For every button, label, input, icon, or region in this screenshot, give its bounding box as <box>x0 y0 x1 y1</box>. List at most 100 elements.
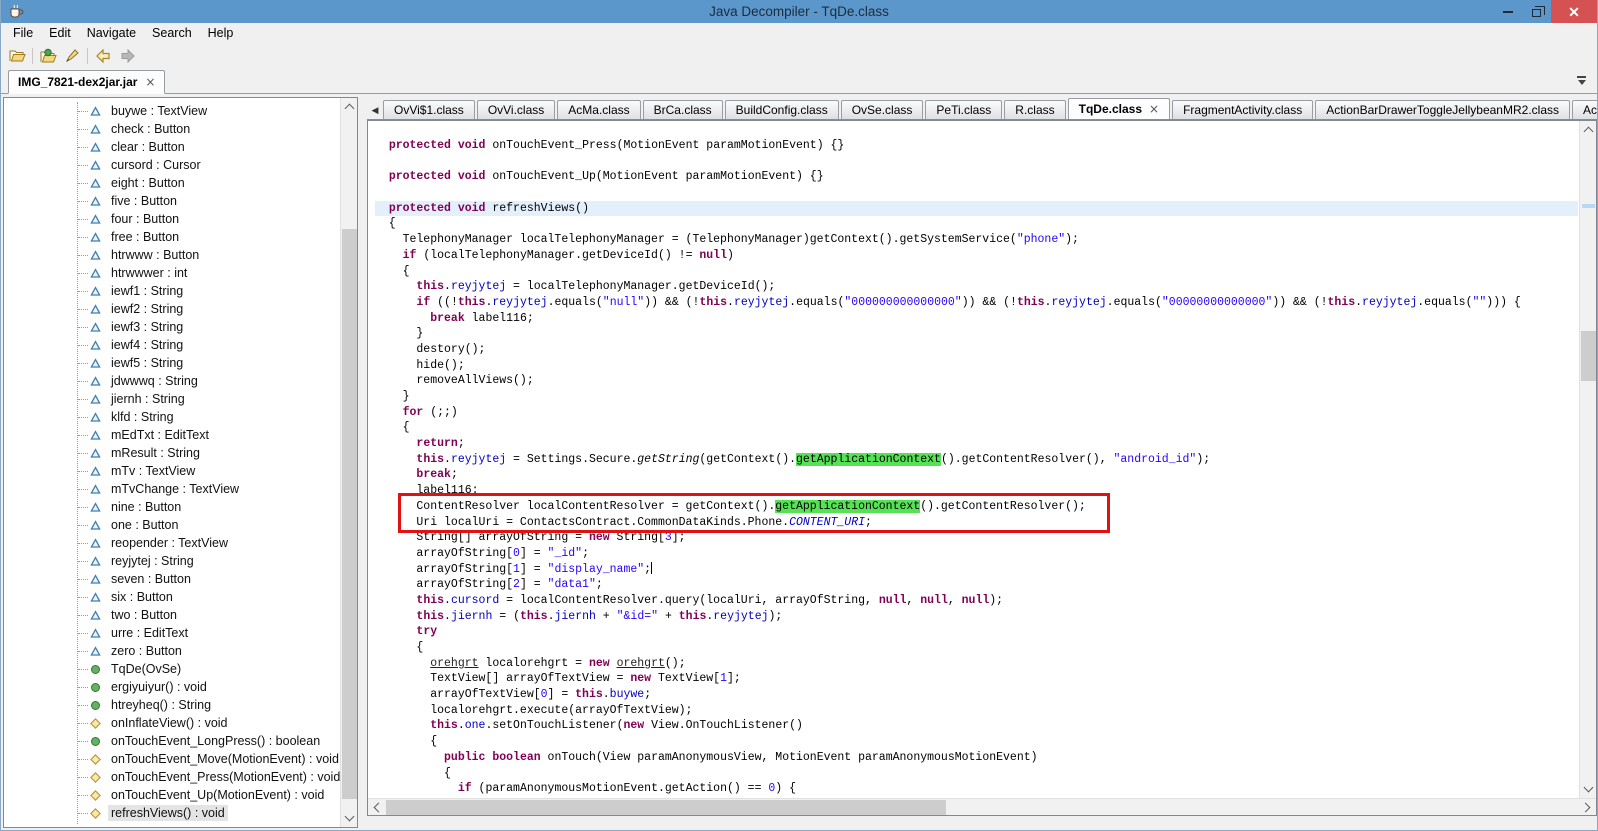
tree-item[interactable]: iewf1 : String <box>4 282 339 300</box>
tree-item[interactable]: seven : Button <box>4 570 339 588</box>
tree-item[interactable]: check : Button <box>4 120 339 138</box>
toolbar <box>1 43 1597 68</box>
tree-item[interactable]: onTouchEvent_LongPress() : boolean <box>4 732 339 750</box>
tree-item[interactable]: cursord : Cursor <box>4 156 339 174</box>
open-jar-button[interactable] <box>5 45 29 67</box>
menu-bar: FileEditNavigateSearchHelp <box>1 23 1597 43</box>
scroll-right-button[interactable] <box>1579 799 1596 816</box>
tree-item-label: onTouchEvent_LongPress() : boolean <box>108 733 323 749</box>
scroll-up-button[interactable] <box>341 98 358 115</box>
tab-ovvi-class[interactable]: OvVi.class <box>477 100 555 120</box>
tab-buildconfig-class[interactable]: BuildConfig.class <box>725 100 839 120</box>
tree-item[interactable]: urre : EditText <box>4 624 339 642</box>
tree-item[interactable]: iewf3 : String <box>4 318 339 336</box>
tree-item[interactable]: six : Button <box>4 588 339 606</box>
tree-item[interactable]: free : Button <box>4 228 339 246</box>
scroll-down-button[interactable] <box>341 810 358 827</box>
tab-tqde-class[interactable]: TqDe.class× <box>1068 98 1170 120</box>
tree-item[interactable]: TqDe(OvSe) <box>4 660 339 678</box>
tab-ovvi-1-class[interactable]: OvVi$1.class <box>383 100 475 120</box>
tab-scroll-left-button[interactable]: ◀ <box>367 101 383 119</box>
open-type-button[interactable] <box>36 45 60 67</box>
tree-item[interactable]: htreyheq() : String <box>4 696 339 714</box>
scroll-left-button[interactable] <box>368 799 385 816</box>
field-icon <box>90 538 101 549</box>
tree-item[interactable]: ergiyuiyur() : void <box>4 678 339 696</box>
tree-item[interactable]: zero : Button <box>4 642 339 660</box>
tree-item[interactable]: onTouchEvent_Press(MotionEvent) : void <box>4 768 339 786</box>
tree-item[interactable]: eight : Button <box>4 174 339 192</box>
scrollbar-thumb[interactable] <box>1581 331 1596 381</box>
menu-item-navigate[interactable]: Navigate <box>79 24 144 42</box>
tab-acma-class[interactable]: AcMa.class <box>557 100 640 120</box>
tree-item[interactable]: onInflateView() : void <box>4 714 339 732</box>
tree-item-label: ergiyuiyur() : void <box>108 679 210 695</box>
title-bar[interactable]: Java Decompiler - TqDe.class ✕ <box>1 0 1597 23</box>
menu-item-edit[interactable]: Edit <box>41 24 79 42</box>
tree-item[interactable]: mTvChange : TextView <box>4 480 339 498</box>
tree-item-label: two : Button <box>108 607 180 623</box>
tree-scrollbar[interactable] <box>340 98 357 827</box>
tab-actionbard[interactable]: ActionBarD <box>1572 100 1597 120</box>
tree-item[interactable]: four : Button <box>4 210 339 228</box>
tab-ovse-class[interactable]: OvSe.class <box>841 100 924 120</box>
tree-item[interactable]: mTv : TextView <box>4 462 339 480</box>
field-icon <box>90 196 101 207</box>
tab-close-icon[interactable]: × <box>1149 102 1159 116</box>
tree-item[interactable]: iewf2 : String <box>4 300 339 318</box>
tree-item[interactable]: two : Button <box>4 606 339 624</box>
tree-item[interactable]: klfd : String <box>4 408 339 426</box>
tab-actionbardrawertogglejellybeanmr2-class[interactable]: ActionBarDrawerToggleJellybeanMR2.class <box>1315 100 1570 120</box>
code-vertical-scrollbar[interactable] <box>1579 121 1596 798</box>
menu-item-search[interactable]: Search <box>144 24 200 42</box>
code-line: removeAllViews(); <box>375 373 1578 389</box>
tab-r-class[interactable]: R.class <box>1004 100 1065 120</box>
scroll-down-button[interactable] <box>1580 781 1597 798</box>
scroll-up-button[interactable] <box>1580 121 1597 138</box>
tree-item[interactable]: mEdTxt : EditText <box>4 426 339 444</box>
menu-item-file[interactable]: File <box>5 24 41 42</box>
search-button[interactable] <box>60 45 84 67</box>
tree-item[interactable]: one : Button <box>4 516 339 534</box>
field-icon <box>90 178 101 189</box>
tree-item[interactable]: htrwwwer : int <box>4 264 339 282</box>
tree-item[interactable]: iewf5 : String <box>4 354 339 372</box>
scrollbar-thumb[interactable] <box>342 229 357 799</box>
tree-item[interactable]: clear : Button <box>4 138 339 156</box>
code-line: this.reyjytej = localTelephonyManager.ge… <box>375 279 1578 295</box>
tree-item[interactable]: onTouchEvent_Move(MotionEvent) : void <box>4 750 339 768</box>
code-line: if (paramAnonymousMotionEvent.getAction(… <box>375 781 1578 797</box>
tree-item[interactable]: jdwwwq : String <box>4 372 339 390</box>
chevron-up-icon <box>1584 127 1594 137</box>
tree-item[interactable]: reyjytej : String <box>4 552 339 570</box>
tree-item[interactable]: five : Button <box>4 192 339 210</box>
tree-item[interactable]: reopender : TextView <box>4 534 339 552</box>
tree-item[interactable]: nine : Button <box>4 498 339 516</box>
tree-item[interactable]: refreshViews() : void <box>4 804 339 822</box>
menu-item-help[interactable]: Help <box>200 24 242 42</box>
tree-item-label: onTouchEvent_Press(MotionEvent) : void <box>108 769 343 785</box>
tab-close-icon[interactable]: × <box>145 75 155 89</box>
restore-button[interactable] <box>1522 0 1551 23</box>
tree-item[interactable]: jiernh : String <box>4 390 339 408</box>
source-code-view[interactable]: protected void onTouchEvent_Press(Motion… <box>369 121 1578 797</box>
tree-item[interactable]: buywe : TextView <box>4 102 339 120</box>
close-button[interactable]: ✕ <box>1551 0 1597 23</box>
scrollbar-thumb[interactable] <box>386 800 946 815</box>
tab-peti-class[interactable]: PeTi.class <box>925 100 1002 120</box>
forward-button[interactable] <box>115 45 139 67</box>
tree-item[interactable]: mResult : String <box>4 444 339 462</box>
tab-brca-class[interactable]: BrCa.class <box>643 100 723 120</box>
tab-fragmentactivity-class[interactable]: FragmentActivity.class <box>1172 100 1313 120</box>
jar-tab[interactable]: IMG_7821-dex2jar.jar × <box>8 70 165 94</box>
code-line: } <box>375 326 1578 342</box>
back-button[interactable] <box>91 45 115 67</box>
tree-item[interactable]: onTouchEvent_Up(MotionEvent) : void <box>4 786 339 804</box>
tab-list-button[interactable] <box>1574 73 1589 88</box>
tree-item[interactable]: htrwww : Button <box>4 246 339 264</box>
field-icon <box>90 502 101 513</box>
minimize-button[interactable] <box>1493 0 1522 23</box>
code-horizontal-scrollbar[interactable] <box>368 798 1596 815</box>
tree-item[interactable]: iewf4 : String <box>4 336 339 354</box>
main-area: buywe : TextViewcheck : Buttonclear : Bu… <box>1 94 1597 830</box>
